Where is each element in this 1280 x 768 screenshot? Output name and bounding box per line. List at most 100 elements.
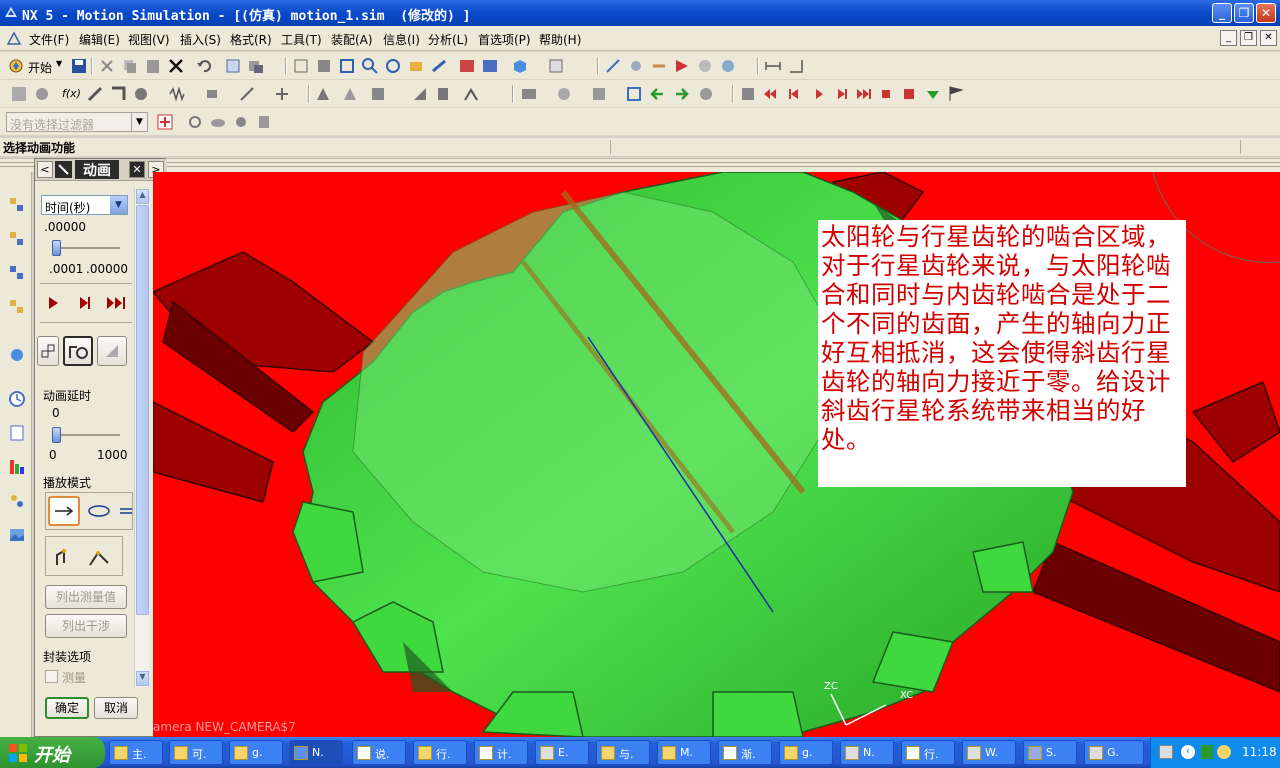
taskbar-item[interactable]: W. [962, 740, 1016, 765]
delete-icon[interactable] [167, 57, 185, 75]
menu-info[interactable]: 信息(I) [383, 31, 420, 48]
list-interference-button[interactable]: 列出干涉 [45, 614, 127, 638]
ok-button[interactable]: 确定 [45, 697, 89, 719]
trace-path-icon[interactable] [54, 547, 76, 567]
play-icon[interactable] [810, 85, 828, 103]
forward-arrow-icon[interactable] [672, 85, 690, 103]
volume-icon[interactable] [1217, 745, 1231, 759]
menu-edit[interactable]: 编辑(E) [79, 31, 120, 48]
assembly-navigator-icon[interactable] [8, 196, 26, 214]
taskbar-item[interactable]: 计. [474, 740, 528, 765]
visualization-icon[interactable] [8, 458, 26, 476]
filter-body-icon[interactable] [255, 113, 273, 131]
constraint-navigator-icon[interactable] [8, 264, 26, 282]
taskbar-item[interactable]: G. [1084, 740, 1144, 765]
box-view-icon[interactable] [511, 57, 529, 75]
taskbar-item[interactable]: 与. [596, 740, 650, 765]
solve-icon[interactable] [434, 85, 452, 103]
snap-point-icon[interactable] [156, 113, 174, 131]
marker-icon[interactable] [238, 85, 256, 103]
back-arrow-icon[interactable] [649, 85, 667, 103]
tray-expand-icon[interactable]: ‹ [1181, 745, 1195, 759]
keyboard-icon[interactable] [1159, 745, 1173, 759]
save-icon[interactable] [70, 57, 88, 75]
solution-icon[interactable] [411, 85, 429, 103]
cancel-button[interactable]: 取消 [94, 697, 138, 719]
joint-icon[interactable] [86, 85, 104, 103]
roles-icon[interactable] [8, 492, 26, 510]
shaded-icon[interactable] [315, 57, 333, 75]
export-icon[interactable] [590, 85, 608, 103]
list-measure-button[interactable]: 列出测量值 [45, 585, 127, 609]
step-back-icon[interactable] [785, 85, 803, 103]
taskbar-item[interactable]: S. [1023, 740, 1077, 765]
show-hide-icon[interactable] [247, 57, 265, 75]
step-forward-icon[interactable] [833, 85, 851, 103]
wireframe-icon[interactable] [292, 57, 310, 75]
function-icon[interactable]: f(x) [62, 87, 81, 100]
delay-slider-handle[interactable] [52, 427, 61, 443]
analysis-icon-2[interactable] [627, 57, 645, 75]
start-menu-button[interactable]: 开始 [0, 737, 105, 768]
solver-icon[interactable] [369, 85, 387, 103]
analysis-icon-4[interactable] [673, 57, 691, 75]
close-panel-button[interactable]: ✕ [129, 161, 145, 178]
web-browser-icon[interactable] [8, 346, 26, 364]
menu-help[interactable]: 帮助(H) [539, 31, 581, 48]
contact-icon[interactable] [314, 85, 332, 103]
spring-icon[interactable] [168, 85, 186, 103]
mdi-close-button[interactable]: ✕ [1260, 30, 1277, 46]
view-orient-icon[interactable] [430, 57, 448, 75]
load-icon[interactable] [341, 85, 359, 103]
image-icon[interactable] [8, 526, 26, 544]
analysis-icon-3[interactable] [650, 57, 668, 75]
menu-preferences[interactable]: 首选项(P) [478, 31, 531, 48]
graph-icon[interactable] [555, 85, 573, 103]
menu-view[interactable]: 视图(V) [128, 31, 170, 48]
fit-icon[interactable] [338, 57, 356, 75]
rewind-to-start-icon[interactable] [762, 85, 780, 103]
network-icon[interactable] [1201, 745, 1213, 759]
taskbar-item[interactable]: M. [657, 740, 711, 765]
angle-icon[interactable] [787, 57, 805, 75]
close-button[interactable]: ✕ [1256, 3, 1276, 23]
link-icon[interactable] [33, 85, 51, 103]
system-materials-icon[interactable] [8, 424, 26, 442]
taskbar-item[interactable]: g. [229, 740, 283, 765]
menu-file[interactable]: 文件(F) [29, 31, 69, 48]
sensor-icon[interactable] [697, 85, 715, 103]
taskbar-item-active[interactable]: N. [289, 740, 343, 765]
loop-icon[interactable] [924, 85, 942, 103]
fast-forward-icon[interactable] [106, 294, 130, 312]
step-forward-icon[interactable] [76, 294, 94, 312]
analysis-icon-6[interactable] [719, 57, 737, 75]
select-icon[interactable] [224, 57, 242, 75]
play-once-button[interactable] [48, 496, 80, 526]
fast-forward-icon[interactable] [855, 85, 873, 103]
bounce-icon[interactable] [118, 503, 133, 519]
copy-icon[interactable] [121, 57, 139, 75]
layout-icon[interactable] [547, 57, 565, 75]
measure-checkbox[interactable] [45, 670, 58, 683]
menu-analysis[interactable]: 分析(L) [428, 31, 468, 48]
color-icon[interactable] [481, 57, 499, 75]
prev-panel-button[interactable]: < [37, 161, 53, 178]
scrollbar-thumb[interactable] [136, 205, 149, 615]
layer-icon[interactable] [458, 57, 476, 75]
menu-assembly[interactable]: 装配(A) [331, 31, 373, 48]
trace-envelope-icon[interactable] [88, 547, 114, 567]
envelope-icon[interactable] [625, 85, 643, 103]
coupler-icon[interactable] [109, 85, 127, 103]
point-icon[interactable] [273, 85, 291, 103]
panel-scrollbar[interactable]: ▲ ▼ [134, 189, 149, 687]
gear-icon[interactable] [132, 85, 150, 103]
zoom-icon[interactable] [361, 57, 379, 75]
trace-button[interactable] [97, 336, 127, 366]
filter-face-icon[interactable] [209, 113, 227, 131]
taskbar-item[interactable]: g. [779, 740, 833, 765]
chevron-down-icon[interactable]: ▼ [131, 113, 147, 131]
play-icon[interactable] [44, 294, 62, 312]
start-button[interactable]: 开始 ▼ [8, 56, 66, 76]
maximize-button[interactable]: ❐ [1234, 3, 1254, 23]
minimize-button[interactable]: _ [1212, 3, 1232, 23]
